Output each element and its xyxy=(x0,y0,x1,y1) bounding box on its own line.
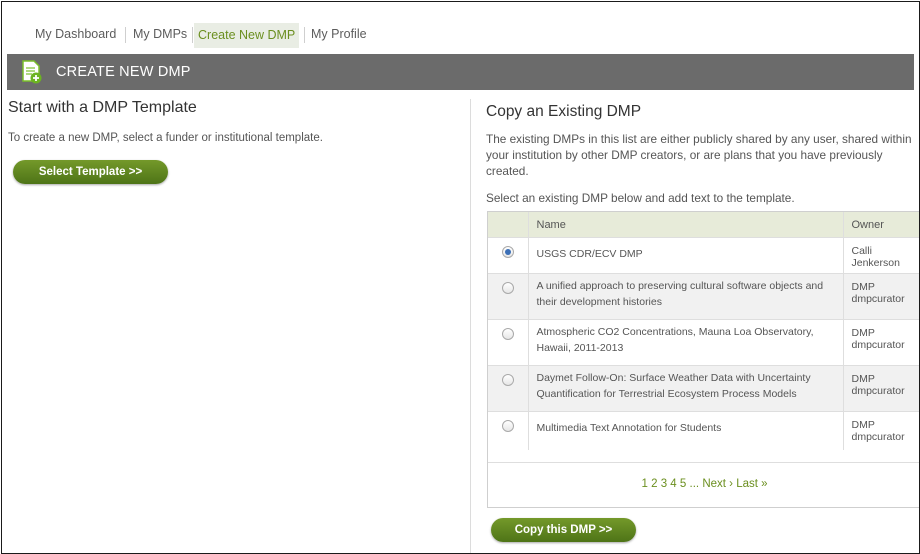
table-row[interactable]: Daymet Follow-On: Surface Weather Data w… xyxy=(488,365,919,412)
table-row[interactable]: Atmospheric CO2 Concentrations, Mauna Lo… xyxy=(488,319,919,366)
page-link-2[interactable]: 2 xyxy=(651,478,657,490)
row-name: Atmospheric CO2 Concentrations, Mauna Lo… xyxy=(527,319,843,366)
page-title: CREATE NEW DMP xyxy=(56,64,191,80)
section-header: CREATE NEW DMP xyxy=(7,54,914,90)
page-link-3[interactable]: 3 xyxy=(661,478,667,490)
pagination-ellipsis: ... xyxy=(689,478,700,490)
nav-my-profile[interactable]: My Profile xyxy=(311,26,367,46)
column-divider xyxy=(470,99,471,553)
row-name: Daymet Follow-On: Surface Weather Data w… xyxy=(527,365,843,412)
page-frame: My Dashboard My DMPs Create New DMP My P… xyxy=(1,1,920,554)
row-name: Multimedia Text Annotation for Students xyxy=(527,411,843,450)
nav-my-dmps[interactable]: My DMPs xyxy=(133,26,187,46)
table-row[interactable]: Multimedia Text Annotation for Students … xyxy=(488,411,919,450)
row-select-cell xyxy=(488,237,528,274)
row-radio-button[interactable] xyxy=(501,374,514,386)
row-owner: DMP dmpcurator xyxy=(842,319,919,366)
template-section-description: To create a new DMP, select a funder or … xyxy=(8,132,323,144)
pager-divider xyxy=(488,462,919,463)
row-name: A unified approach to preserving cultura… xyxy=(527,273,843,320)
table-header-select xyxy=(488,212,528,238)
copy-dmp-button[interactable]: Copy this DMP >> xyxy=(491,518,636,542)
row-radio-button[interactable] xyxy=(501,328,514,340)
row-select-cell xyxy=(488,273,528,320)
top-nav: My Dashboard My DMPs Create New DMP My P… xyxy=(2,2,919,54)
table-row[interactable]: A unified approach to preserving cultura… xyxy=(488,273,919,320)
nav-separator xyxy=(192,27,193,43)
row-select-cell xyxy=(488,365,528,412)
row-owner: DMP dmpcurator xyxy=(842,365,919,412)
template-section-title: Start with a DMP Template xyxy=(8,99,197,116)
table-row[interactable]: USGS CDR/ECV DMP Calli Jenkerson xyxy=(488,237,919,274)
next-page-link[interactable]: Next › xyxy=(702,478,733,490)
page-link-5[interactable]: 5 xyxy=(680,478,686,490)
document-add-icon xyxy=(22,60,42,84)
page-link-4[interactable]: 4 xyxy=(670,478,676,490)
row-name: USGS CDR/ECV DMP xyxy=(527,237,843,274)
copy-section-instruction: Select an existing DMP below and add tex… xyxy=(486,191,795,205)
copy-section-title: Copy an Existing DMP xyxy=(486,103,642,120)
row-select-cell xyxy=(488,411,528,450)
nav-create-new-dmp[interactable]: Create New DMP xyxy=(194,23,300,48)
nav-my-dashboard[interactable]: My Dashboard xyxy=(35,26,116,46)
nav-separator xyxy=(304,27,305,43)
pagination: 1 2 3 4 5 ... Next › Last » xyxy=(488,478,919,490)
column-header-name[interactable]: Name xyxy=(527,212,843,238)
nav-separator xyxy=(125,27,126,43)
row-owner: Calli Jenkerson xyxy=(842,237,919,274)
page-link-1[interactable]: 1 xyxy=(641,478,647,490)
row-owner: DMP dmpcurator xyxy=(842,273,919,320)
row-radio-button[interactable] xyxy=(501,420,514,432)
row-radio-button[interactable] xyxy=(501,246,514,258)
last-page-link[interactable]: Last » xyxy=(736,478,767,490)
row-owner: DMP dmpcurator xyxy=(842,411,919,450)
row-radio-button[interactable] xyxy=(501,282,514,294)
table-header-row: Name Owner xyxy=(488,212,919,238)
select-template-button[interactable]: Select Template >> xyxy=(13,160,168,184)
copy-section-description: The existing DMPs in this list are eithe… xyxy=(486,132,912,178)
column-header-owner[interactable]: Owner xyxy=(842,212,919,238)
row-select-cell xyxy=(488,319,528,366)
existing-dmp-table: Name Owner USGS CDR/ECV DMP Calli Jenker… xyxy=(487,211,919,508)
